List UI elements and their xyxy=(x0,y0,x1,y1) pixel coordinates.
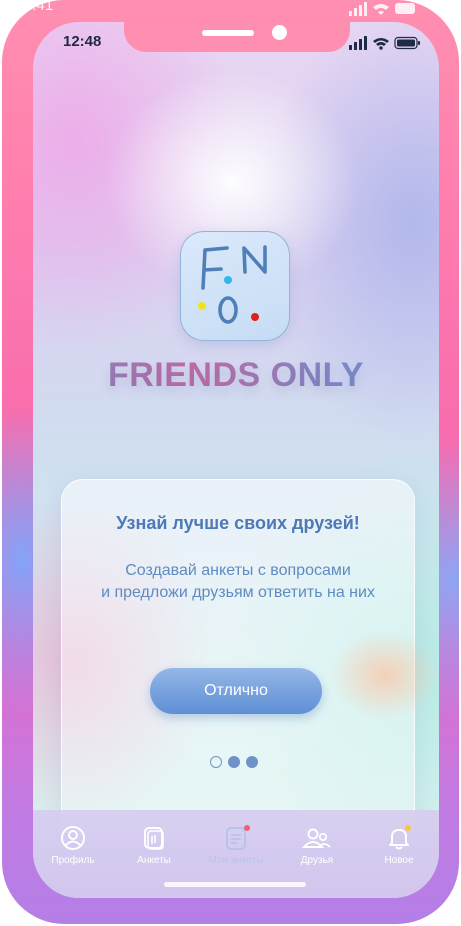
friends-icon xyxy=(301,828,331,848)
battery-icon xyxy=(394,36,420,50)
tab-label: Анкеты xyxy=(137,855,171,866)
page-indicator xyxy=(210,756,258,768)
notification-badge xyxy=(405,825,411,831)
signal-icon xyxy=(349,36,367,50)
outer-status-icons xyxy=(349,2,417,21)
home-indicator[interactable] xyxy=(164,882,306,887)
tab-label: Друзья xyxy=(300,855,334,866)
status-clock: 12:48 xyxy=(63,33,102,50)
onboarding-description: Создавай анкеты с вопросами и предложи д… xyxy=(62,560,414,604)
onboarding-card: Узнай лучше своих друзей! Создавай анкет… xyxy=(61,479,439,841)
page-dot[interactable] xyxy=(228,756,240,768)
app-logo xyxy=(180,231,290,341)
tab-label: Мои анкеты xyxy=(208,855,264,866)
speaker xyxy=(202,30,254,36)
front-camera xyxy=(272,25,287,40)
tab-new[interactable]: Новое xyxy=(364,824,434,866)
notch xyxy=(124,22,350,52)
surveys-icon xyxy=(144,827,164,850)
tab-my-surveys[interactable]: Мои анкеты xyxy=(201,824,271,866)
page-dot[interactable] xyxy=(246,756,258,768)
onboarding-text-line1: Создавай анкеты с вопросами xyxy=(125,562,351,579)
outer-status-bar: 9:41 xyxy=(0,0,461,18)
tab-label: Профиль xyxy=(51,855,95,866)
ok-button[interactable]: Отлично xyxy=(150,668,322,714)
onboarding-text-line2: и предложи друзьям ответить на них xyxy=(101,584,375,601)
bell-icon xyxy=(389,825,411,850)
app-name: FRIENDS ONLY xyxy=(33,356,439,395)
tab-label: Новое xyxy=(384,855,414,866)
wifi-icon xyxy=(373,38,389,50)
profile-icon xyxy=(61,826,85,850)
card-decoration xyxy=(330,630,439,720)
outer-clock: 9:41 xyxy=(24,0,54,14)
page-dot[interactable] xyxy=(210,756,222,768)
screen: 12:48 FRIENDS ONLY Узнай лучше своих дру… xyxy=(33,22,439,898)
tab-surveys[interactable]: Анкеты xyxy=(119,824,189,866)
my-surveys-icon xyxy=(226,825,250,850)
status-icons xyxy=(349,36,421,55)
tab-friends[interactable]: Друзья xyxy=(282,824,352,866)
onboarding-title: Узнай лучше своих друзей! xyxy=(116,513,360,533)
tab-profile[interactable]: Профиль xyxy=(38,824,108,866)
notification-badge xyxy=(244,825,250,831)
